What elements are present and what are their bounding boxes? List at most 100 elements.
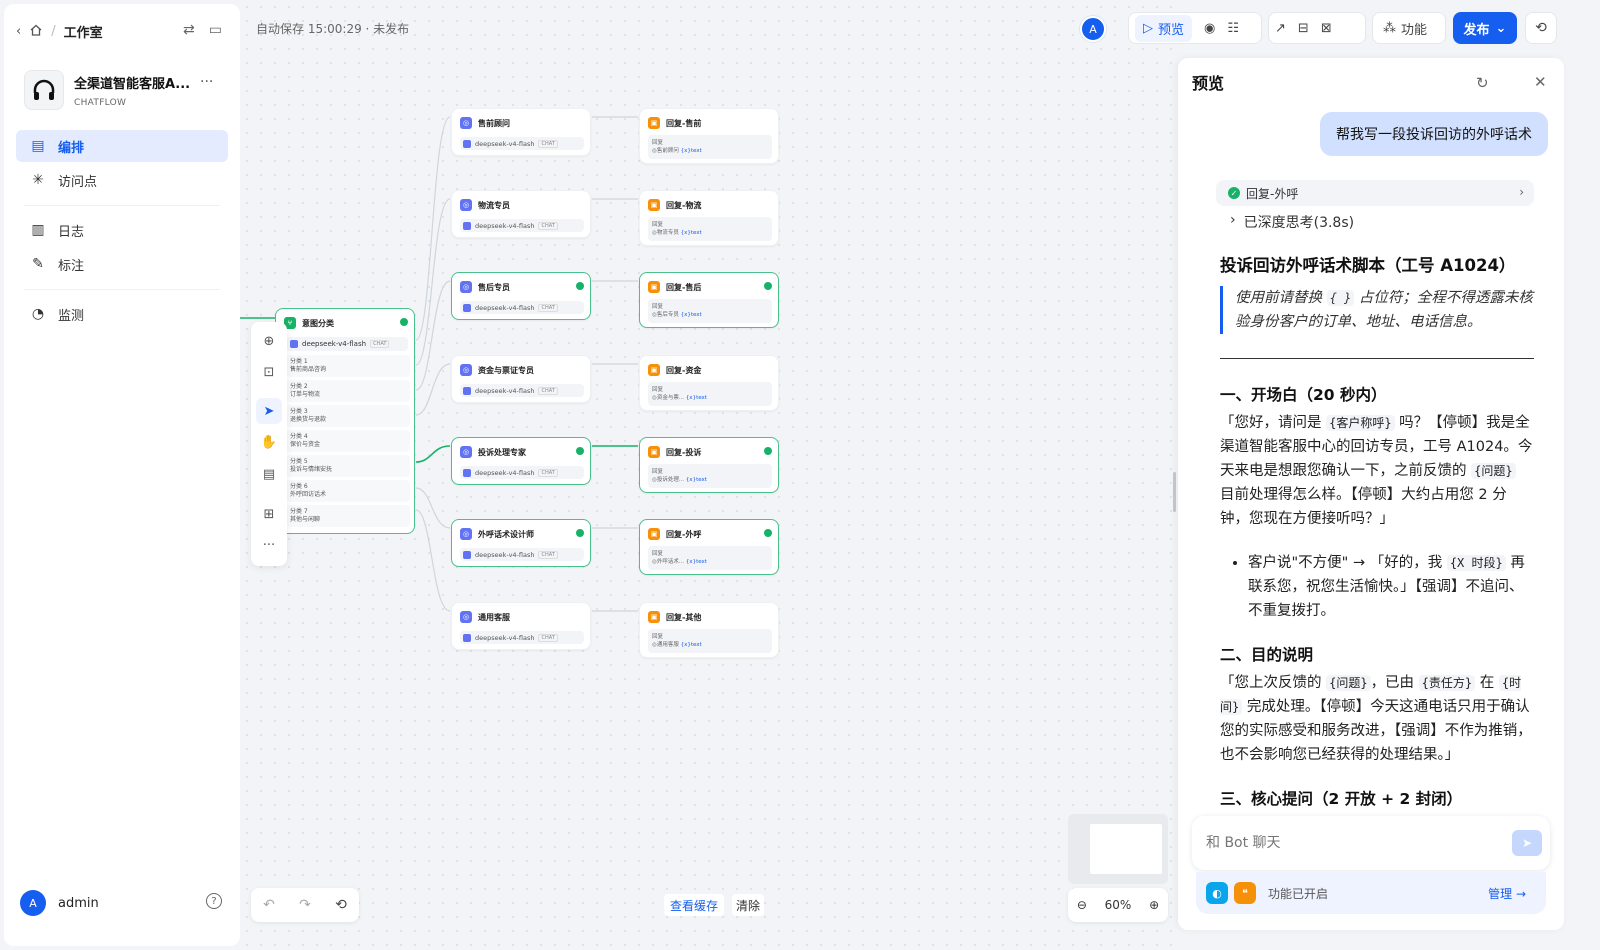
class-item[interactable]: 分类 2 订单与物流 (286, 380, 410, 402)
sidebar-item-annotation[interactable]: ✎ 标注 (16, 248, 228, 280)
answer-node[interactable]: ▣ 回复-外呼 回复 ◎外呼话术... {x}text (639, 519, 779, 575)
answer-content[interactable]: 回复 ◎通用客服 {x}text (648, 629, 772, 653)
llm-node[interactable]: ◎ 外呼话术设计师 deepseek-v4-flash CHAT (451, 519, 591, 567)
user-menu[interactable]: A admin (20, 890, 99, 916)
model-name: deepseek-v4-flash (475, 139, 535, 148)
features-status: 功能已开启 (1268, 886, 1329, 901)
app-name: 全渠道智能客服A... (74, 76, 191, 92)
question-classifier-node[interactable]: ⑂ 意图分类 deepseek-v4-flash CHAT 分类 1 售前商品咨询… (275, 308, 415, 534)
zoom-out-icon[interactable]: ⊖ (1077, 898, 1087, 912)
env-variables-icon[interactable]: ⊟ (1298, 21, 1309, 36)
answer-node[interactable]: ▣ 回复-物流 回复 ◎物流专员 {x}text (639, 190, 779, 246)
collaborator-avatar[interactable]: A (1080, 16, 1106, 42)
features-bar: ◐ ❝ 功能已开启 管理 → (1196, 872, 1546, 914)
answer-content[interactable]: 回复 ◎投诉处理... {x}text (648, 464, 772, 488)
chat-input[interactable] (1206, 835, 1486, 851)
sidebar-item-log[interactable]: ▥ 日志 (16, 214, 228, 246)
workflow-process-bar[interactable]: ✓ 回复-外呼 › (1216, 180, 1534, 206)
redo-icon[interactable]: ↷ (299, 897, 311, 913)
answer-node[interactable]: ▣ 回复-售前 回复 ◎售前顾问 {x}text (639, 108, 779, 164)
class-item[interactable]: 分类 5 投诉与情绪安抚 (286, 455, 410, 477)
home-icon[interactable] (29, 23, 43, 41)
organize-blocks-icon[interactable]: ⊞ (256, 501, 282, 527)
back-chevron-icon[interactable]: ‹ (16, 24, 21, 39)
zoom-controls: ⊖ 60% ⊕ (1068, 888, 1168, 922)
features-button[interactable]: ⁂ 功能 (1372, 12, 1446, 44)
send-icon[interactable]: ➤ (1512, 830, 1542, 856)
answer-content[interactable]: 回复 ◎物流专员 {x}text (648, 217, 772, 241)
pointer-icon[interactable]: ➤ (256, 398, 282, 424)
sidebar-item-monitor[interactable]: ◔ 监测 (16, 298, 228, 330)
quote-feature-icon: ❝ (1234, 882, 1256, 904)
conversation-variables-icon[interactable]: ⊠ (1321, 21, 1332, 36)
zoom-level[interactable]: 60% (1105, 898, 1132, 912)
model-mode-tag: CHAT (538, 303, 558, 312)
model-selector[interactable]: deepseek-v4-flash CHAT (460, 631, 584, 644)
sidebar-item-access-point[interactable]: ✳ 访问点 (16, 164, 228, 196)
panel-resize-handle[interactable] (1173, 472, 1176, 512)
preview-button[interactable]: ▷ 预览 (1135, 14, 1193, 42)
more-icon[interactable]: ··· (200, 74, 213, 90)
llm-node[interactable]: ◎ 投诉处理专家 deepseek-v4-flash CHAT (451, 437, 591, 485)
model-selector[interactable]: deepseek-v4-flash CHAT (460, 219, 584, 232)
zoom-in-icon[interactable]: ⊕ (1149, 898, 1159, 912)
help-icon[interactable]: ? (206, 893, 222, 909)
answer-node[interactable]: ▣ 回复-售后 回复 ◎售后专员 {x}text (639, 272, 779, 328)
comment-icon[interactable]: ▤ (256, 461, 282, 487)
collapse-sidebar-icon[interactable]: ▭ (209, 22, 222, 38)
answer-content[interactable]: 回复 ◎售后专员 {x}text (648, 299, 772, 323)
model-mode-tag: CHAT (370, 340, 390, 348)
version-history-icon[interactable]: ⟲ (1525, 12, 1557, 44)
model-selector[interactable]: deepseek-v4-flash CHAT (460, 137, 584, 150)
llm-node[interactable]: ◎ 售后专员 deepseek-v4-flash CHAT (451, 272, 591, 320)
manage-link[interactable]: 管理 → (1488, 885, 1526, 902)
class-item[interactable]: 分类 6 外呼回访话术 (286, 480, 410, 502)
sidebar-item-orchestrate[interactable]: ▤ 编排 (16, 130, 228, 162)
add-note-icon[interactable]: ⊡ (256, 359, 282, 385)
model-selector[interactable]: deepseek-v4-flash CHAT (286, 337, 408, 351)
hand-icon[interactable]: ✋ (256, 429, 282, 455)
class-item[interactable]: 分类 1 售前商品咨询 (286, 355, 410, 377)
swap-icon[interactable]: ⇄ (183, 22, 195, 38)
answer-content[interactable]: 回复 ◎资金与票... {x}text (648, 382, 772, 406)
class-item[interactable]: 分类 4 保价与资金 (286, 430, 410, 452)
run-history-icon[interactable]: ↗ (1275, 21, 1286, 36)
llm-node[interactable]: ◎ 物流专员 deepseek-v4-flash CHAT (451, 190, 591, 238)
publish-button[interactable]: 发布 ⌄ (1453, 12, 1517, 44)
workspace-link[interactable]: 工作室 (64, 22, 103, 41)
chat-input-box[interactable]: ➤ (1192, 816, 1550, 870)
refresh-icon[interactable]: ↻ (1476, 74, 1489, 92)
class-item[interactable]: 分类 7 其他与闲聊 (286, 505, 410, 527)
model-selector[interactable]: deepseek-v4-flash CHAT (460, 466, 584, 479)
success-check-icon (764, 282, 772, 290)
answer-content[interactable]: 回复 ◎售前顾问 {x}text (648, 135, 772, 159)
close-icon[interactable]: ✕ (1534, 73, 1547, 91)
list-icon[interactable]: ☷ (1227, 21, 1239, 36)
undo-icon[interactable]: ↶ (263, 897, 275, 913)
llm-node[interactable]: ◎ 通用客服 deepseek-v4-flash CHAT (451, 602, 591, 650)
llm-node[interactable]: ◎ 售前顾问 deepseek-v4-flash CHAT (451, 108, 591, 156)
class-item[interactable]: 分类 3 退换货与退款 (286, 405, 410, 427)
workflow-step-label: 回复-外呼 (1246, 186, 1299, 201)
thinking-toggle[interactable]: › 已深度思考(3.8s) (1230, 212, 1354, 232)
model-selector[interactable]: deepseek-v4-flash CHAT (460, 548, 584, 561)
view-cache-button[interactable]: 查看缓存 (664, 894, 725, 916)
answer-content[interactable]: 回复 ◎外呼话术... {x}text (648, 546, 772, 570)
add-node-icon[interactable]: ⊕ (256, 328, 282, 354)
minimap[interactable] (1068, 814, 1168, 884)
model-icon (463, 303, 471, 312)
answer-node[interactable]: ▣ 回复-投诉 回复 ◎投诉处理... {x}text (639, 437, 779, 493)
answer-node[interactable]: ▣ 回复-其他 回复 ◎通用客服 {x}text (639, 602, 779, 658)
llm-node[interactable]: ◎ 资金与票证专员 deepseek-v4-flash CHAT (451, 355, 591, 403)
answer-node[interactable]: ▣ 回复-资金 回复 ◎资金与票... {x}text (639, 355, 779, 411)
checklist-icon[interactable]: ◉ (1204, 21, 1215, 36)
history-icon[interactable]: ⟲ (335, 897, 347, 913)
model-selector[interactable]: deepseek-v4-flash CHAT (460, 301, 584, 314)
node-title: 售前顾问 (478, 118, 510, 128)
list-item: 客户说"不方便" → 「好的，我 {X 时段} 再联系您，祝您生活愉快。」【强调… (1248, 551, 1534, 623)
more-icon[interactable]: ··· (256, 532, 282, 558)
clear-button[interactable]: 清除 (732, 894, 765, 916)
model-name: deepseek-v4-flash (475, 633, 535, 642)
app-header: 全渠道智能客服A... CHATFLOW (24, 70, 190, 110)
model-selector[interactable]: deepseek-v4-flash CHAT (460, 384, 584, 397)
